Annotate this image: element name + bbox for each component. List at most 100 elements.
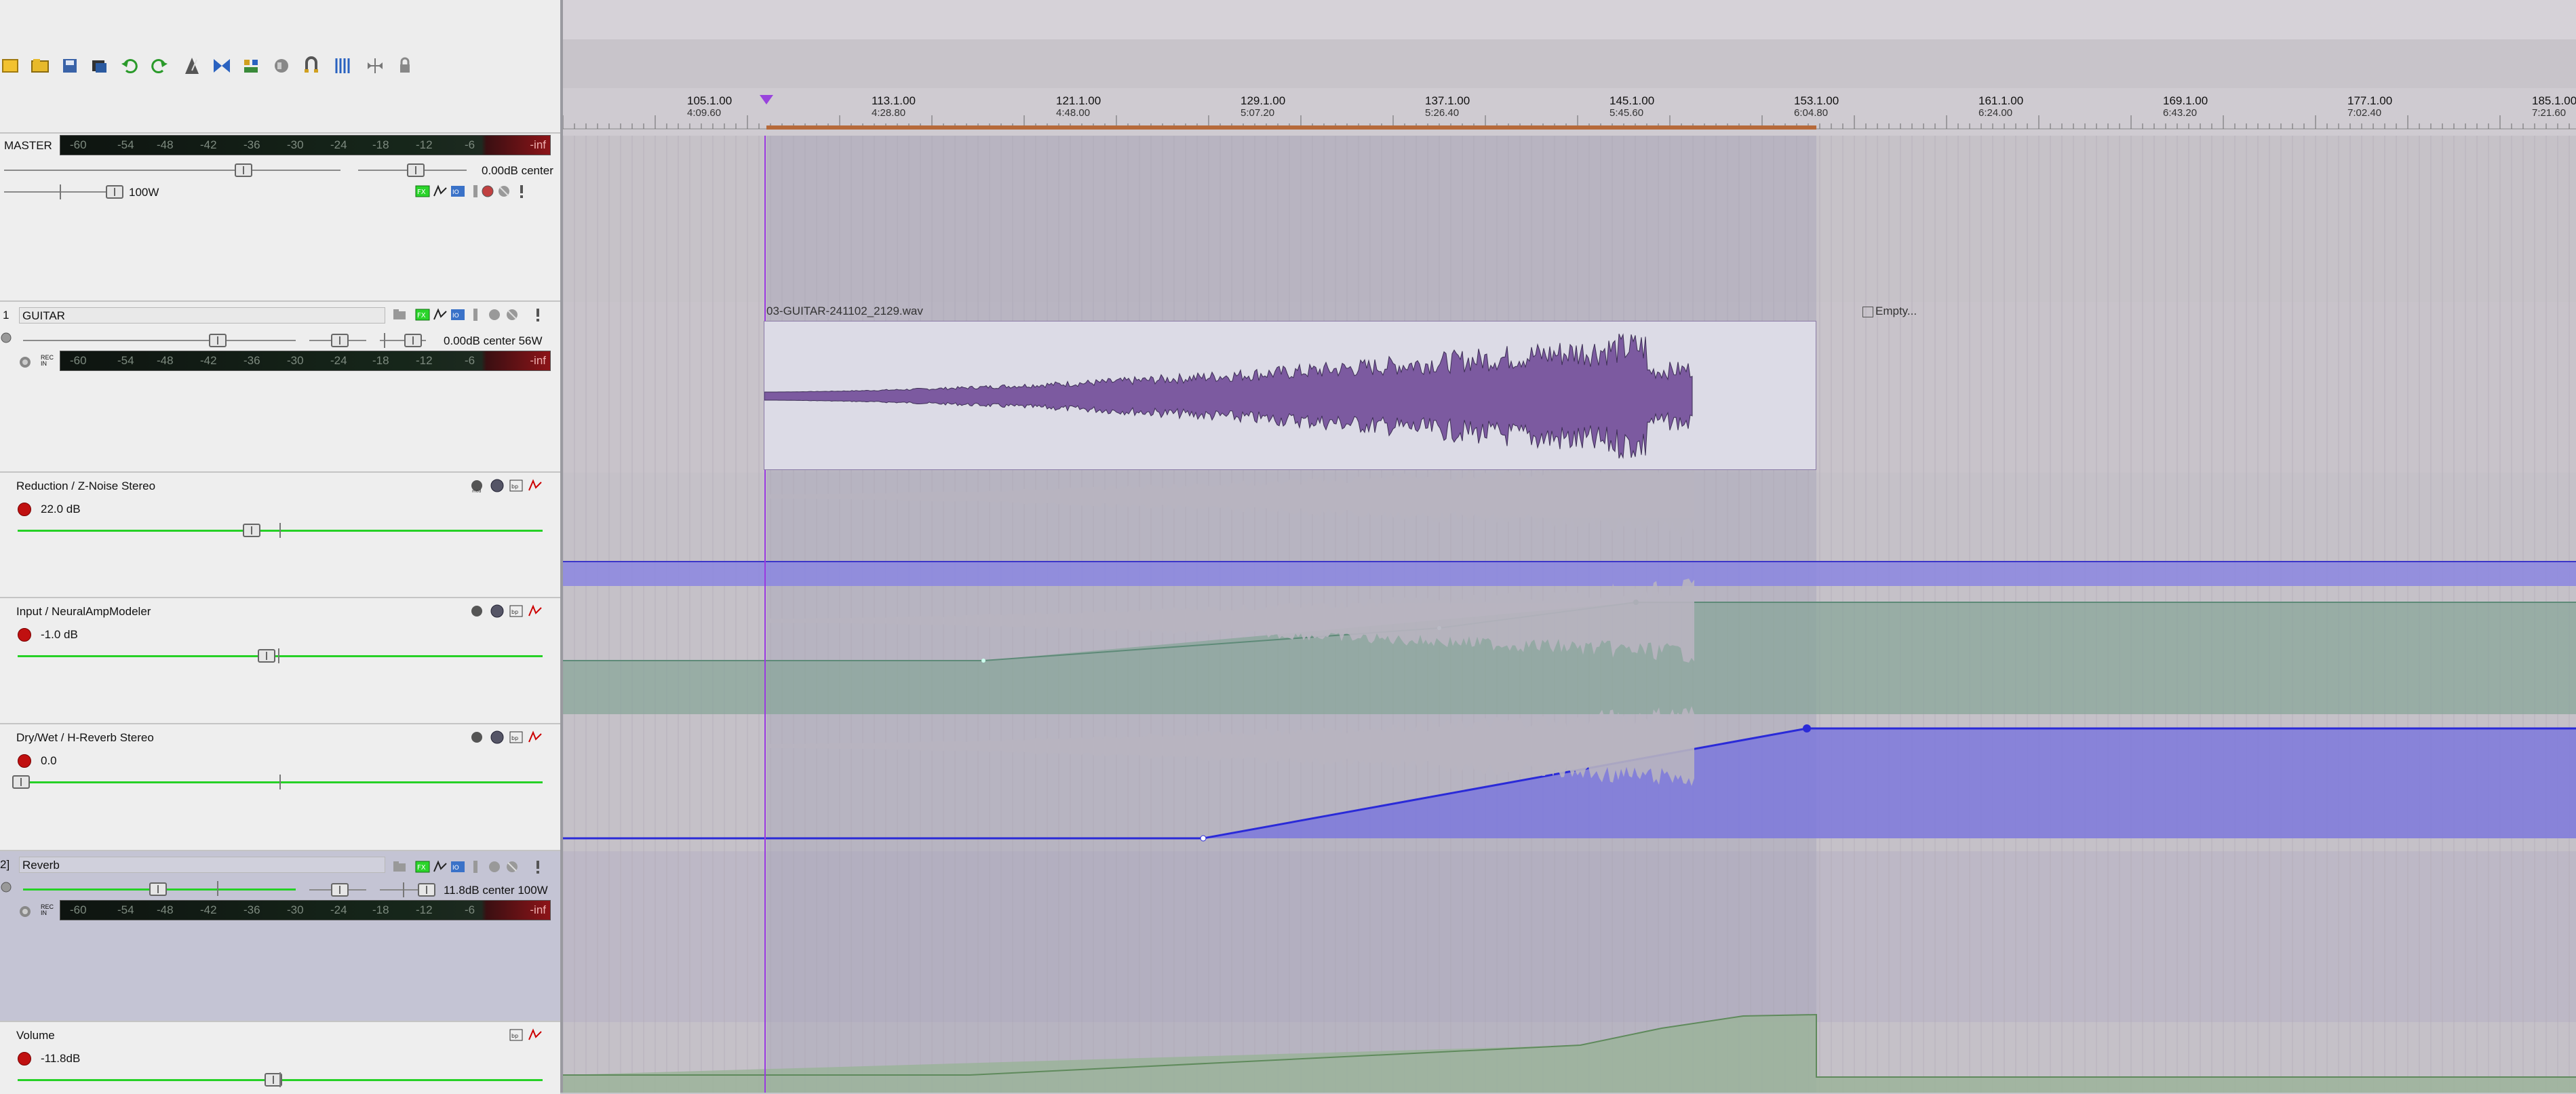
envelope-icon[interactable] [528, 730, 543, 745]
param-knob-icon[interactable] [490, 478, 505, 493]
envelope-name: Dry/Wet / H-Reverb Stereo [16, 731, 154, 744]
snap-icon[interactable] [301, 56, 321, 76]
lock-icon[interactable] [395, 56, 415, 76]
envelope-slider-knob[interactable] [258, 649, 275, 663]
metronome-icon[interactable] [182, 56, 202, 76]
track-2-meter: -60 -54 -48 -42 -36 -30 -24 -18 -12 -6 -… [60, 900, 551, 920]
ruler-label: 161.1.00 6:24.00 [1978, 94, 2024, 119]
envelope-default-tick [279, 523, 281, 538]
record-arm-icon[interactable] [0, 332, 12, 344]
fx-icon[interactable]: FX [415, 859, 430, 874]
master-width-knob[interactable] [106, 185, 123, 199]
param-knob-icon[interactable] [490, 730, 505, 745]
envelope-point[interactable] [1200, 835, 1207, 842]
sends-icon[interactable] [480, 184, 495, 199]
crossfade-icon[interactable] [365, 56, 385, 76]
solo-icon[interactable] [530, 859, 545, 874]
arrange-view[interactable]: 105.1.00 4:09.60 113.1.00 4:28.80 121.1.00… [563, 0, 2576, 1093]
io-icon[interactable]: IO [450, 859, 465, 874]
envelope-icon[interactable] [528, 1028, 543, 1042]
envelope-arm-icon[interactable] [18, 1052, 31, 1066]
svg-text:IO: IO [452, 865, 459, 872]
envelope-arm-icon[interactable] [18, 503, 31, 516]
param-knob-icon[interactable] [490, 604, 505, 619]
rec-monitor-icon[interactable] [18, 355, 33, 370]
sends-icon[interactable] [487, 859, 502, 874]
envelope-lane-drywet: Dry/Wet / H-Reverb Stereo bp 0.0 [0, 723, 560, 851]
track-1-volume-knob[interactable] [209, 334, 227, 347]
solo-icon[interactable] [530, 307, 545, 322]
fx-icon[interactable]: FX [415, 184, 430, 199]
folder-icon[interactable] [392, 307, 407, 322]
ruler-label: 113.1.00 4:28.80 [872, 94, 916, 119]
loop-icon[interactable] [212, 56, 232, 76]
envelope-lock-icon[interactable] [271, 56, 292, 76]
edit-cursor-marker[interactable] [760, 95, 773, 104]
envelope-point[interactable] [1803, 724, 1811, 732]
io-icon[interactable]: IO [450, 307, 465, 322]
mute-icon[interactable] [505, 859, 520, 874]
solo-icon[interactable] [514, 184, 529, 199]
timeline-ruler[interactable]: 105.1.00 4:09.60 113.1.00 4:28.80 121.1.00… [563, 88, 2576, 136]
track-2-volume-default-tick [217, 881, 218, 896]
mod-icon[interactable] [469, 730, 484, 745]
envelope-icon[interactable] [528, 478, 543, 493]
mod-icon[interactable]: mod [469, 478, 484, 494]
open-icon[interactable] [30, 56, 50, 76]
time-selection-bar[interactable] [766, 125, 1816, 130]
envelope-point[interactable] [981, 659, 985, 663]
track-2-panel: 2] Reverb FX IO 11.8dB center 100W REC I… [0, 850, 560, 1022]
envelope-icon[interactable] [433, 307, 448, 322]
redo-icon[interactable] [149, 56, 170, 76]
save-icon[interactable] [60, 56, 80, 76]
mute-icon[interactable] [505, 307, 520, 322]
envelope-icon[interactable] [433, 184, 448, 199]
track-2-volume-knob[interactable] [149, 882, 167, 896]
mod-icon[interactable] [469, 604, 484, 619]
envelope-slider-knob[interactable] [243, 524, 260, 537]
track-2-pan-knob[interactable] [331, 883, 349, 897]
ruler-label: 129.1.00 5:07.20 [1241, 94, 1286, 119]
svg-text:FX: FX [417, 312, 426, 319]
envelope-default-tick [279, 775, 281, 789]
svg-text:mod: mod [472, 489, 482, 493]
mute-icon[interactable] [496, 184, 511, 199]
envelope-slider-knob[interactable] [12, 775, 30, 789]
track-1-number: 1 [3, 309, 9, 321]
envelope-icon[interactable] [433, 859, 448, 874]
track-2-width-knob[interactable] [418, 883, 435, 897]
phase-icon[interactable] [468, 859, 483, 874]
record-arm-icon[interactable] [0, 881, 12, 893]
sends-icon[interactable] [487, 307, 502, 322]
undo-icon[interactable] [119, 56, 140, 76]
phase-icon[interactable] [468, 307, 483, 322]
rec-monitor-icon[interactable] [18, 904, 33, 919]
envelope-icon[interactable] [528, 604, 543, 619]
bypass-icon[interactable]: bp [509, 604, 524, 619]
track-1-name-field[interactable]: GUITAR [19, 307, 385, 324]
ruler-label: 169.1.00 6:43.20 [2163, 94, 2208, 119]
ruler-label: 177.1.00 7:02.40 [2347, 94, 2393, 119]
envelope-arm-icon[interactable] [18, 754, 31, 768]
bypass-icon[interactable]: bp [509, 478, 524, 493]
fx-icon[interactable]: FX [415, 307, 430, 322]
io-icon[interactable]: IO [450, 184, 465, 199]
envelope-fill-reduction [563, 562, 2576, 586]
new-project-icon[interactable] [0, 56, 20, 76]
bypass-icon[interactable]: bp [509, 1028, 524, 1042]
bypass-icon[interactable]: bp [509, 730, 524, 745]
folder-icon[interactable] [392, 859, 407, 874]
grid-icon[interactable] [332, 56, 353, 76]
ruler-label: 145.1.00 5:45.60 [1609, 94, 1655, 119]
media-item-guitar[interactable]: 03-GUITAR-241102_2129.wav [764, 302, 1816, 471]
master-volume-knob[interactable] [235, 163, 252, 177]
envelope-default-tick [278, 648, 279, 663]
master-pan-knob[interactable] [407, 163, 425, 177]
empty-item[interactable]: Empty... [1862, 302, 1937, 321]
track-2-name-field[interactable]: Reverb [19, 857, 385, 873]
track-1-width-knob[interactable] [404, 334, 422, 347]
track-1-pan-knob[interactable] [331, 334, 349, 347]
envelope-arm-icon[interactable] [18, 628, 31, 642]
project-settings-icon[interactable] [90, 56, 110, 76]
ripple-icon[interactable] [241, 56, 262, 76]
